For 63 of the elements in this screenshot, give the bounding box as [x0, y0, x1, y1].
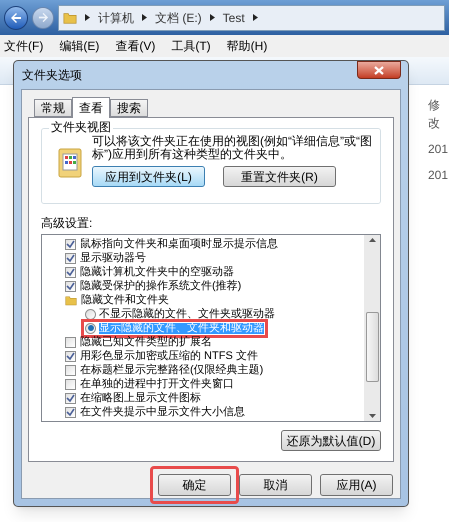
close-icon [374, 66, 384, 74]
breadcrumb-item[interactable]: 文档 (E:) [155, 8, 202, 26]
menu-item[interactable]: 工具(T) [171, 37, 211, 55]
group-label: 隐藏文件和文件夹 [81, 294, 169, 306]
option-label: 在文件夹提示中显示文件大小信息 [80, 406, 245, 418]
right-arrow-icon [38, 12, 48, 23]
option-label: 在单独的进程中打开文件夹窗口 [80, 378, 234, 390]
breadcrumb-item[interactable]: Test [222, 8, 245, 26]
checkbox[interactable] [65, 378, 76, 390]
date-cell-text: 201 [428, 141, 449, 158]
check-icon [66, 352, 75, 360]
forward-button[interactable] [32, 6, 54, 28]
window-title: 文件夹选项 [21, 67, 82, 84]
restore-defaults-button[interactable]: 还原为默认值(D) [281, 430, 381, 451]
scroll-down-icon[interactable] [368, 414, 376, 418]
checkbox[interactable] [65, 336, 76, 348]
option-label: 隐藏受保护的操作系统文件(推荐) [80, 280, 242, 292]
folder-view-icon [58, 147, 84, 179]
folder-view-button[interactable]: 重置文件夹(R) [223, 166, 336, 187]
checkbox[interactable] [65, 350, 76, 362]
option-label: 在缩略图上显示文件图标 [80, 392, 201, 404]
checkbox[interactable] [65, 252, 76, 264]
column-header[interactable]: 修改 [428, 96, 449, 132]
menu-item[interactable]: 文件(F) [4, 37, 44, 55]
checkbox[interactable] [65, 238, 76, 250]
left-arrow-icon [10, 12, 22, 24]
group-title: 文件夹视图 [49, 121, 113, 133]
tab[interactable]: 查看 [72, 97, 110, 118]
dialog-button[interactable]: 确定 [158, 474, 231, 496]
back-button[interactable] [4, 6, 28, 30]
option-label: 用彩色显示加密或压缩的 NTFS 文件 [80, 350, 258, 362]
folder-icon [65, 294, 77, 306]
menu-item[interactable]: 编辑(E) [59, 37, 100, 55]
option-label: 在标题栏显示完整路径(仅限经典主题) [80, 364, 264, 376]
menu-item[interactable]: 帮助(H) [226, 37, 268, 55]
breadcrumb-item[interactable]: 计算机 [98, 8, 134, 26]
option-label: 鼠标指向文件夹和桌面项时显示提示信息 [80, 238, 278, 250]
breadcrumb-arrow-icon [142, 14, 147, 21]
address-field[interactable]: 计算机 文档 (E:) Test [58, 4, 445, 30]
scroll-up-icon[interactable] [368, 238, 376, 242]
radio-option[interactable]: 不显示隐藏的文件、文件夹或驱动器 [85, 308, 275, 320]
scrollbar[interactable] [364, 235, 380, 421]
menu-item[interactable]: 查看(V) [115, 37, 156, 55]
checkbox[interactable] [65, 280, 76, 292]
option-label: 隐藏计算机文件夹中的空驱动器 [80, 266, 234, 278]
checkbox[interactable] [65, 392, 76, 404]
breadcrumb-arrow-icon [252, 14, 258, 21]
checkbox[interactable] [65, 266, 76, 278]
dialog-button[interactable]: 取消 [239, 474, 312, 496]
breadcrumb-arrow-icon [85, 14, 90, 21]
description-text: 可以将该文件夹正在使用的视图(例如“详细信息”或“图标”)应用到所有这种类型的文件夹中。 [92, 135, 373, 161]
option-label: 显示驱动器号 [80, 252, 146, 264]
tab[interactable]: 搜索 [110, 99, 148, 117]
section-label: 高级设置: [41, 215, 94, 232]
folder-view-button[interactable]: 应用到文件夹(L) [92, 166, 205, 187]
option-label: 隐藏已知文件类型的扩展名 [80, 336, 212, 348]
tab[interactable]: 常规 [34, 99, 72, 117]
date-cell-text: 201 [428, 167, 449, 184]
checkbox[interactable] [65, 364, 76, 376]
breadcrumb-arrow-icon [210, 14, 215, 21]
checkbox[interactable] [65, 406, 76, 418]
dialog-button[interactable]: 应用(A) [320, 474, 393, 496]
close-button[interactable] [357, 61, 401, 79]
